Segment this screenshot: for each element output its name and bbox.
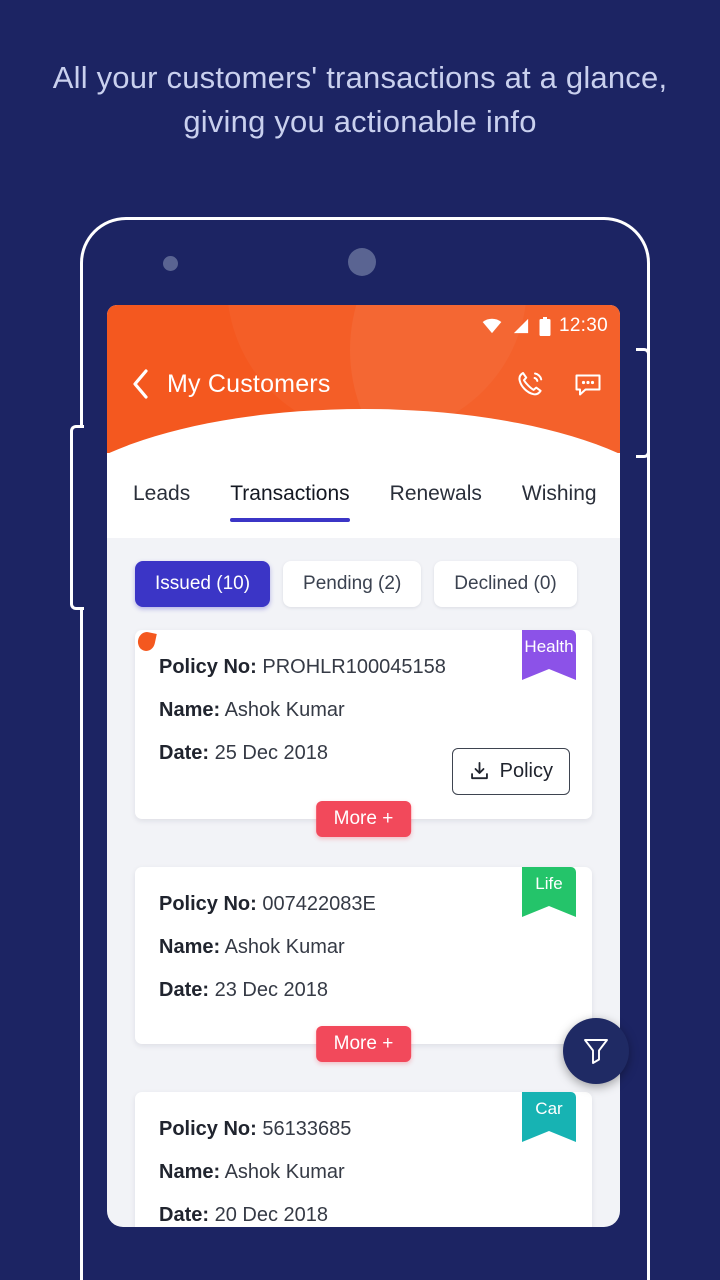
tab-bar: Leads Transactions Renewals Wishing <box>107 453 620 538</box>
name-label: Name: <box>159 1161 221 1183</box>
more-button[interactable]: More + <box>315 801 412 837</box>
date-row: Date: 20 Dec 2018 <box>159 1204 568 1227</box>
filter-funnel-icon <box>584 1039 608 1064</box>
name-value: Ashok Kumar <box>224 1161 345 1183</box>
policy-no-label: Policy No: <box>159 656 257 678</box>
status-bar-time: 12:30 <box>558 315 608 336</box>
app-header-row: My Customers <box>107 355 620 413</box>
more-button[interactable]: More + <box>315 1026 412 1062</box>
filter-fab-button[interactable] <box>563 1018 629 1084</box>
status-filter-chips: Issued (10) Pending (2) Declined (0) <box>107 538 620 630</box>
date-value: 23 Dec 2018 <box>214 979 328 1001</box>
policy-no-row: Policy No: 56133685 <box>159 1118 568 1141</box>
name-row: Name: Ashok Kumar <box>159 699 568 722</box>
name-value: Ashok Kumar <box>224 699 345 721</box>
tab-renewals[interactable]: Renewals <box>390 460 482 532</box>
chevron-left-glyph <box>133 369 148 399</box>
power-button[interactable] <box>636 348 650 458</box>
earpiece-sensor-dot <box>348 248 376 276</box>
tab-leads[interactable]: Leads <box>133 460 190 532</box>
date-value: 20 Dec 2018 <box>214 1204 328 1226</box>
phone-screen: 12:30 My Customers Leads Transactions Re… <box>107 305 620 1227</box>
signal-icon <box>513 318 529 334</box>
chat-message-icon[interactable] <box>572 368 604 400</box>
app-header-actions <box>514 368 604 400</box>
policy-no-label: Policy No: <box>159 893 257 915</box>
status-bar: 12:30 <box>481 315 608 337</box>
policy-no-value: 007422083E <box>262 893 376 915</box>
battery-icon <box>539 316 551 336</box>
transaction-card[interactable]: Car Policy No: 56133685 Name: Ashok Kuma… <box>135 1092 592 1227</box>
front-camera-dot <box>163 256 178 271</box>
screenshot-stage: All your customers' transactions at a gl… <box>0 0 720 1280</box>
chip-pending[interactable]: Pending (2) <box>283 561 422 607</box>
policy-no-row: Policy No: PROHLR100045158 <box>159 656 568 679</box>
leaf-corner-mark <box>136 630 157 653</box>
date-row: Date: 23 Dec 2018 <box>159 979 568 1002</box>
date-label: Date: <box>159 1204 210 1226</box>
transaction-card-list: Health Policy No: PROHLR100045158 Name: … <box>107 630 620 1227</box>
name-row: Name: Ashok Kumar <box>159 936 568 959</box>
date-label: Date: <box>159 742 210 764</box>
transaction-card[interactable]: Health Policy No: PROHLR100045158 Name: … <box>135 630 592 837</box>
chevron-left-icon[interactable] <box>123 367 157 401</box>
wifi-icon <box>482 318 502 334</box>
phone-call-icon[interactable] <box>514 368 546 400</box>
policy-no-row: Policy No: 007422083E <box>159 893 568 916</box>
name-label: Name: <box>159 699 221 721</box>
date-label: Date: <box>159 979 210 1001</box>
policy-no-value: PROHLR100045158 <box>262 656 446 678</box>
chip-issued[interactable]: Issued (10) <box>135 561 271 607</box>
name-row: Name: Ashok Kumar <box>159 1161 568 1184</box>
chip-declined[interactable]: Declined (0) <box>434 561 577 607</box>
name-value: Ashok Kumar <box>224 936 345 958</box>
download-icon <box>470 762 488 780</box>
download-policy-button[interactable]: Policy <box>451 748 570 795</box>
page-title: My Customers <box>167 369 331 398</box>
volume-button[interactable] <box>70 425 84 610</box>
tab-transactions[interactable]: Transactions <box>230 460 351 532</box>
transaction-card[interactable]: Life Policy No: 007422083E Name: Ashok K… <box>135 867 592 1062</box>
tab-wishing[interactable]: Wishing <box>522 460 597 532</box>
download-policy-label: Policy <box>499 760 553 782</box>
promo-headline-line2: giving you actionable info <box>183 104 537 139</box>
policy-no-value: 56133685 <box>262 1118 352 1140</box>
promo-headline-line1: All your customers' transactions at a gl… <box>52 60 668 95</box>
name-label: Name: <box>159 936 221 958</box>
date-value: 25 Dec 2018 <box>214 742 328 764</box>
policy-no-label: Policy No: <box>159 1118 257 1140</box>
promo-headline: All your customers' transactions at a gl… <box>0 56 720 144</box>
